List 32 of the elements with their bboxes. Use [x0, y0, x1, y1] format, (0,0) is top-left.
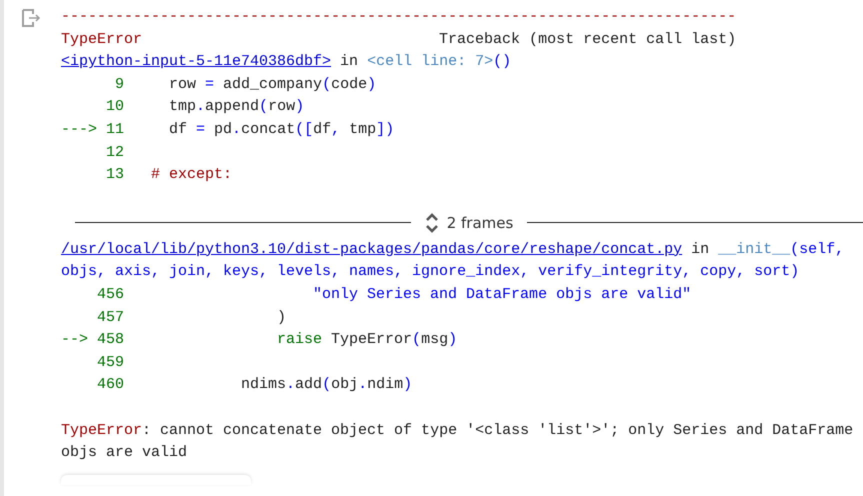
code-line: df = pd.concat([df, tmp]): [168, 120, 394, 140]
file-link[interactable]: <ipython-input-5-11e740386dbf>: [61, 53, 332, 70]
traceback-label: Traceback (most recent call last): [439, 30, 736, 50]
code-line: # except:: [151, 165, 232, 186]
frame-header: /usr/local/lib/python3.10/dist-packages/pandas/core/reshape/concat.py in __init__(self,: [61, 240, 846, 260]
frame-header: objs, axis, join, keys, levels, names, ignore_index, verify_integrity, copy, sort): [61, 262, 800, 282]
output-icon: [22, 9, 42, 27]
line-number: 9: [114, 74, 124, 95]
current-line-arrow: --->: [61, 120, 98, 140]
frame-header: <ipython-input-5-11e740386dbf> in <cell line: 7>(): [61, 52, 512, 72]
code-line: "only Series and DataFrame objs are valid": [312, 284, 692, 305]
line-number: 457: [96, 308, 124, 328]
separator-line-text: ---------------------------------------------------------------------------: [61, 8, 736, 25]
code-line: ndims.add(obj.ndim): [240, 375, 412, 396]
line-number: 459: [96, 352, 124, 373]
line-number: 11: [106, 120, 124, 140]
collapsed-frames-toggle[interactable]: 2 frames: [420, 212, 518, 234]
error-message: TypeError: cannot concatenate object of type '<class 'list'>'; only Series and DataFrame objs are valid: [61, 420, 854, 464]
chevron-up-down-icon: [424, 212, 439, 234]
line-number: 12: [106, 142, 124, 163]
line-number: 460: [96, 375, 124, 396]
line-number: 456: [96, 284, 124, 305]
current-line-arrow: -->: [61, 330, 88, 350]
code-line: raise TypeError(msg): [276, 330, 458, 350]
file-link[interactable]: /usr/local/lib/python3.10/dist-packages/pandas/core/reshape/concat.py: [61, 240, 682, 258]
line-number: 13: [106, 165, 124, 186]
line-number: 10: [106, 97, 124, 118]
code-line: row = add_company(code): [168, 74, 376, 95]
line-number: 458: [96, 330, 124, 350]
code-line: tmp.append(row): [168, 97, 304, 118]
code-line: ): [276, 308, 286, 328]
error-name: TypeError: [61, 30, 142, 50]
